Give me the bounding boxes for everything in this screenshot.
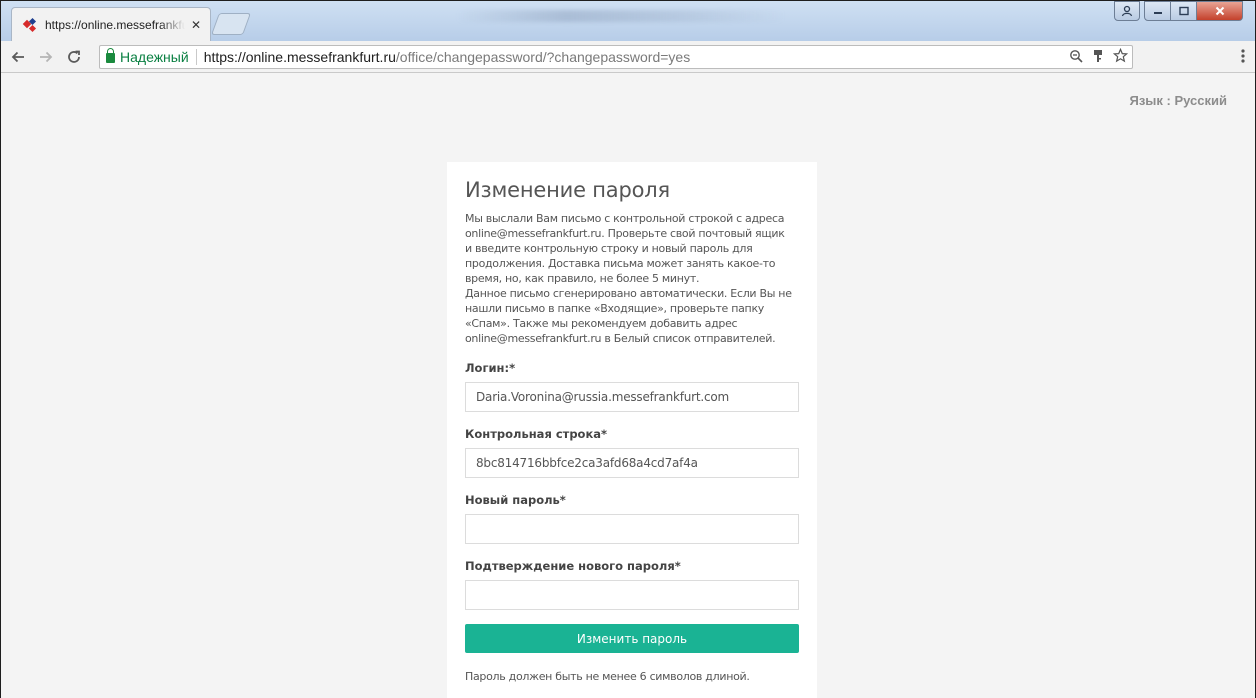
checkword-label: Контрольная строка* [465,427,608,441]
new-password-label: Новый пароль* [465,493,566,507]
blurred-window-title [456,10,786,22]
bookmark-star-icon[interactable] [1112,47,1129,66]
secure-label: Надежный [120,49,189,65]
page-title: Изменение пароля [465,178,670,202]
lock-icon [106,48,115,63]
change-password-card: Изменение пароля Мы выслали Вам письмо с… [447,162,817,698]
browser-toolbar: Надежный https://online.messefrankfurt.r… [1,41,1255,73]
address-bar-actions [1069,46,1129,68]
window-controls [1114,1,1243,23]
reload-icon[interactable] [63,46,85,68]
url-path: /office/changepassword/?changepassword=y… [395,49,691,65]
new-password-input[interactable] [465,514,799,544]
tab-close-icon[interactable]: ✕ [191,19,201,31]
checkword-input[interactable]: 8bc814716bbfce2ca3afd68a4cd7af4a [465,448,799,478]
title-bar: https://online.messefrankfurt.ru/office/… [1,1,1255,41]
back-arrow-icon[interactable] [7,46,29,68]
minimize-icon[interactable] [1144,1,1171,21]
close-window-icon[interactable] [1197,1,1243,21]
zoom-icon[interactable] [1069,49,1083,66]
address-bar[interactable]: Надежный https://online.messefrankfurt.r… [99,45,1133,69]
tab-title: https://online.messefrankfurt.ru/office/… [45,17,185,32]
maximize-icon[interactable] [1171,1,1197,21]
confirm-password-label: Подтверждение нового пароля* [465,559,681,573]
language-selector[interactable]: Язык : Русский [1130,93,1228,108]
page-content: Язык : Русский Изменение пароля Мы высла… [1,74,1255,698]
address-separator [195,49,197,65]
browser-window: https://online.messefrankfurt.ru/office/… [0,0,1256,698]
browser-tab[interactable]: https://online.messefrankfurt.ru/office/… [11,7,211,41]
instructions-text: Мы выслали Вам письмо с контрольной стро… [465,212,792,345]
change-password-button[interactable]: Изменить пароль [465,624,799,653]
forward-arrow-icon[interactable] [35,46,57,68]
url-host: https://online.messefrankfurt.ru [203,49,396,65]
messe-frankfurt-favicon-icon [22,17,38,32]
confirm-password-input[interactable] [465,580,799,610]
browser-menu-icon[interactable] [1241,48,1245,67]
login-label: Логин:* [465,361,516,375]
key-password-icon[interactable] [1093,49,1103,66]
password-hint: Пароль должен быть не менее 6 символов д… [465,670,750,683]
new-tab-button[interactable] [210,13,252,35]
user-profile-icon[interactable] [1114,1,1140,21]
login-input[interactable]: Daria.Voronina@russia.messefrankfurt.com [465,382,799,412]
